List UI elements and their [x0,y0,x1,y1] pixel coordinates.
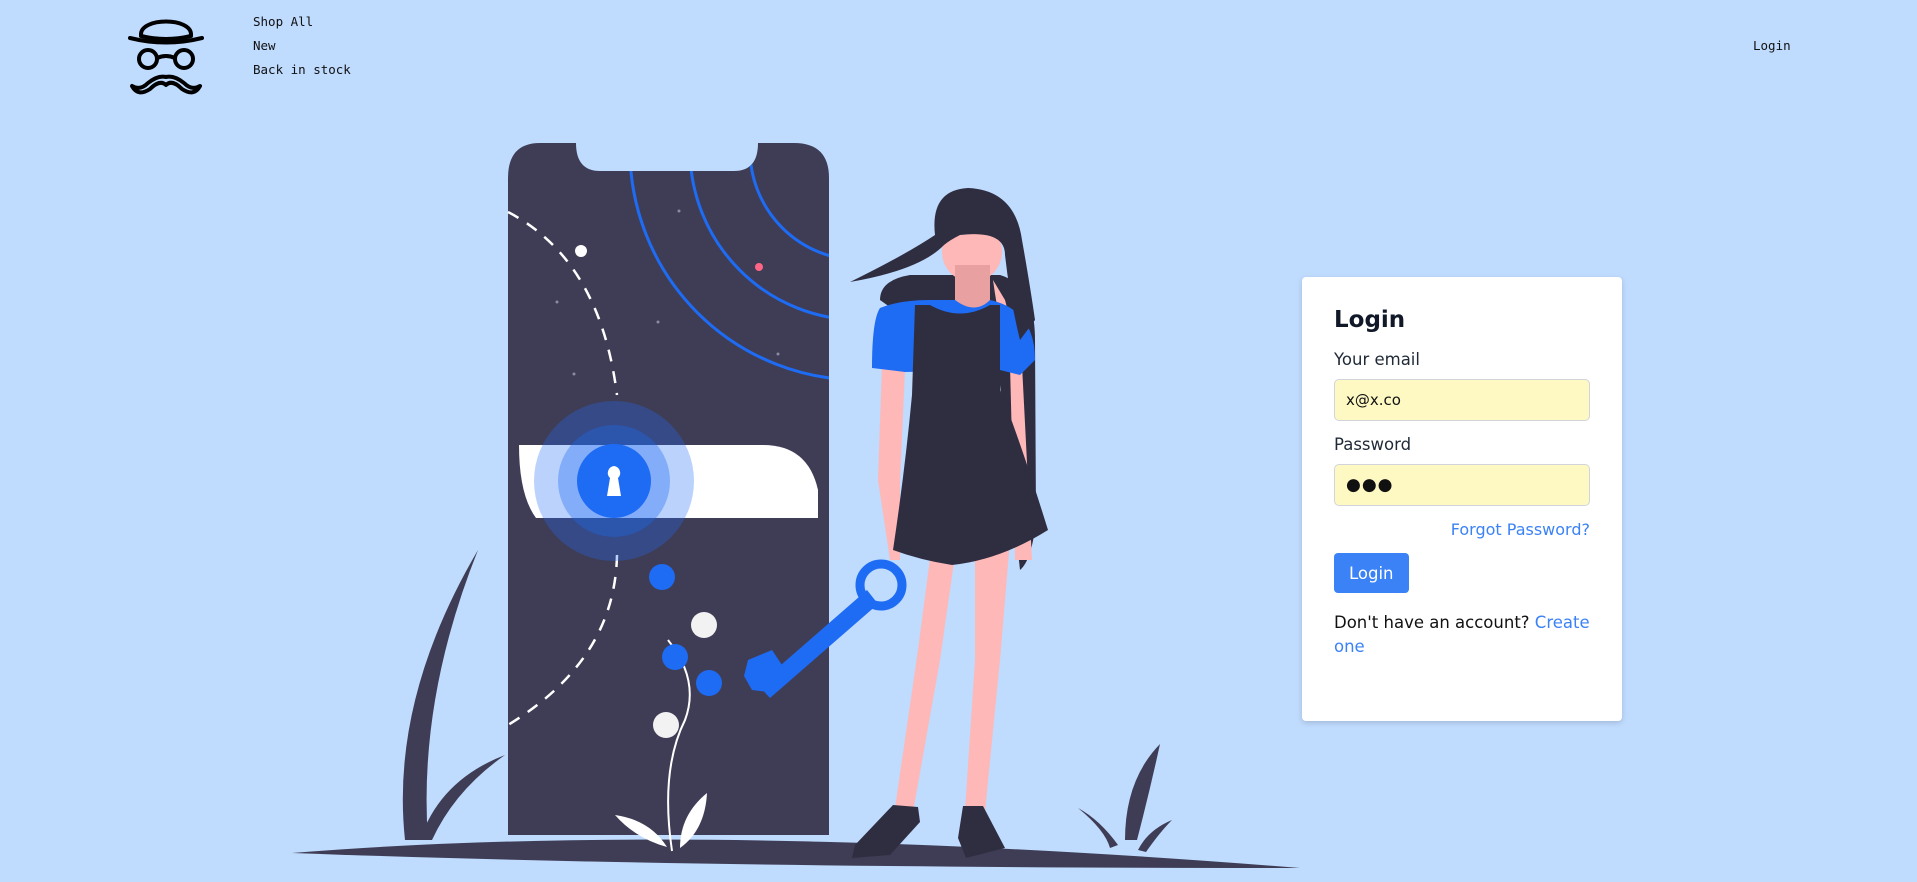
woman-figure [850,188,1048,858]
plant-right-leaf-2 [1138,820,1172,852]
plant-right-leaf-1 [1078,808,1118,848]
forgot-password-link[interactable]: Forgot Password? [1451,520,1590,539]
password-mask: ●●● [1346,475,1394,495]
forgot-password-row: Forgot Password? [1334,520,1590,539]
email-label: Your email [1334,350,1420,369]
plant-right [1125,744,1160,840]
password-label: Password [1334,435,1412,454]
security-illustration [292,143,1300,868]
plant-left-leaf [420,755,505,840]
signup-prompt: Don't have an account? [1334,613,1530,632]
login-submit-button[interactable]: Login [1334,553,1409,593]
login-card: Login Your email Password ●●● Forgot Pas… [1302,277,1622,721]
login-title: Login [1334,307,1406,333]
password-field[interactable]: ●●● [1334,464,1590,506]
email-field[interactable] [1334,379,1590,421]
signup-row: Don't have an account? Create one [1334,611,1590,659]
plant-left [402,550,478,840]
